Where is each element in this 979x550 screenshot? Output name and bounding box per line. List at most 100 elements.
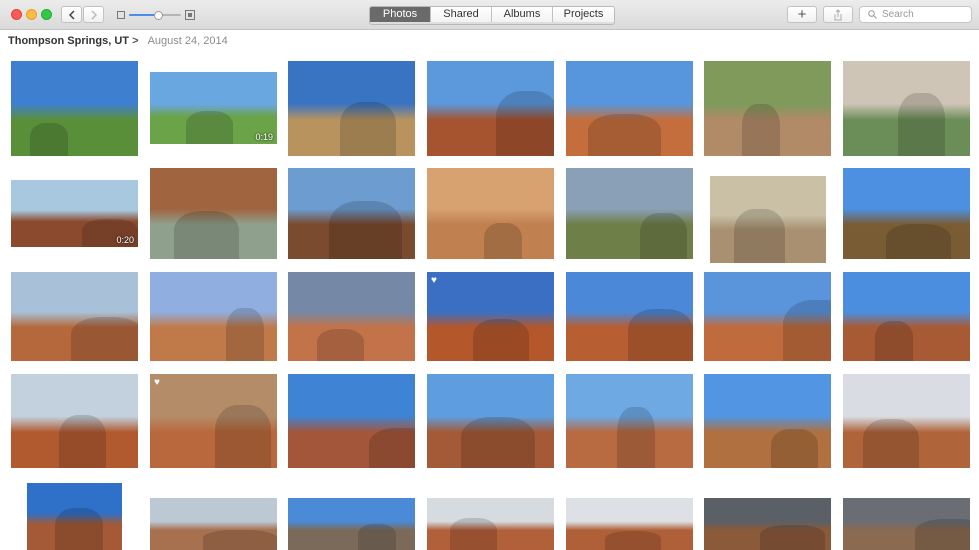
photo-content bbox=[495, 91, 554, 156]
chevron-right-icon bbox=[90, 9, 97, 20]
search-icon bbox=[868, 10, 877, 19]
photo-content bbox=[317, 328, 365, 361]
photo-thumbnail[interactable]: 0:20 bbox=[11, 180, 138, 247]
share-icon bbox=[834, 8, 842, 20]
photo-thumbnail[interactable] bbox=[427, 168, 554, 259]
photo-content bbox=[226, 307, 265, 361]
photo-content bbox=[863, 419, 920, 468]
photo-thumbnail[interactable] bbox=[704, 374, 831, 468]
photo-content bbox=[340, 101, 396, 156]
photo-thumbnail[interactable] bbox=[427, 498, 554, 550]
photo-content bbox=[214, 405, 271, 468]
photo-thumbnail[interactable] bbox=[11, 374, 138, 468]
photo-content bbox=[628, 309, 693, 361]
photo-content bbox=[30, 122, 69, 156]
photo-content bbox=[605, 530, 662, 550]
tab-albums[interactable]: Albums bbox=[492, 7, 553, 22]
photo-thumbnail[interactable] bbox=[566, 168, 693, 259]
photo-thumbnail[interactable] bbox=[704, 61, 831, 156]
photo-thumbnail[interactable] bbox=[288, 168, 415, 259]
photo-content bbox=[357, 524, 396, 550]
photo-content bbox=[915, 519, 970, 550]
photo-content bbox=[874, 320, 913, 361]
photo-thumbnail[interactable] bbox=[11, 272, 138, 361]
photo-content bbox=[70, 317, 138, 361]
photo-thumbnail[interactable] bbox=[288, 374, 415, 468]
small-photo-icon bbox=[117, 11, 125, 19]
forward-button[interactable] bbox=[83, 6, 104, 23]
photo-thumbnail[interactable] bbox=[427, 374, 554, 468]
photo-content bbox=[369, 427, 415, 468]
breadcrumb-chevron: > bbox=[132, 35, 139, 47]
photo-thumbnail[interactable] bbox=[427, 61, 554, 156]
zoom-window-button[interactable] bbox=[41, 9, 52, 20]
share-button[interactable] bbox=[823, 6, 853, 23]
tab-photos[interactable]: Photos bbox=[370, 7, 431, 22]
search-placeholder: Search bbox=[882, 9, 914, 20]
slider-knob[interactable] bbox=[153, 11, 163, 20]
video-duration: 0:20 bbox=[116, 235, 134, 245]
search-field[interactable]: Search bbox=[859, 6, 972, 23]
favorite-heart-icon[interactable]: ♥ bbox=[431, 275, 437, 286]
photo-content bbox=[203, 529, 277, 550]
photo-thumbnail[interactable]: ♥ bbox=[427, 272, 554, 361]
photo-content bbox=[484, 222, 523, 259]
breadcrumb: Thompson Springs, UT > August 24, 2014 bbox=[8, 35, 228, 47]
photo-thumbnail[interactable] bbox=[710, 176, 826, 263]
close-window-button[interactable] bbox=[11, 9, 22, 20]
photo-content bbox=[897, 93, 945, 156]
photo-content bbox=[616, 406, 655, 468]
photo-thumbnail[interactable] bbox=[566, 272, 693, 361]
photo-thumbnail[interactable] bbox=[843, 61, 970, 156]
zoom-slider[interactable] bbox=[117, 8, 197, 22]
photo-thumbnail[interactable] bbox=[288, 272, 415, 361]
photo-content bbox=[759, 525, 825, 550]
chevron-left-icon bbox=[68, 9, 75, 20]
photo-content bbox=[185, 110, 233, 144]
location-title[interactable]: Thompson Springs, UT bbox=[8, 35, 129, 47]
photo-content bbox=[734, 209, 786, 263]
photo-content bbox=[771, 429, 819, 468]
photo-thumbnail[interactable] bbox=[704, 498, 831, 550]
photo-content bbox=[461, 417, 535, 468]
photo-thumbnail[interactable] bbox=[11, 61, 138, 156]
back-button[interactable] bbox=[61, 6, 82, 23]
photo-thumbnail[interactable] bbox=[150, 498, 277, 550]
photo-thumbnail[interactable] bbox=[843, 374, 970, 468]
photo-content bbox=[742, 103, 781, 156]
photo-thumbnail[interactable] bbox=[566, 498, 693, 550]
photo-content bbox=[328, 200, 403, 259]
favorite-heart-icon[interactable]: ♥ bbox=[154, 377, 160, 388]
photo-thumbnail[interactable] bbox=[843, 168, 970, 259]
photo-content bbox=[639, 212, 687, 259]
photo-thumbnail[interactable] bbox=[566, 374, 693, 468]
view-tabs: Photos Shared Albums Projects bbox=[369, 6, 615, 25]
photo-thumbnail[interactable]: ♥ bbox=[150, 374, 277, 468]
photo-thumbnail[interactable] bbox=[843, 272, 970, 361]
tab-shared[interactable]: Shared bbox=[431, 7, 492, 22]
photo-content bbox=[174, 210, 239, 259]
photo-thumbnail[interactable] bbox=[288, 498, 415, 550]
photo-thumbnail[interactable] bbox=[27, 483, 122, 550]
photo-content bbox=[587, 114, 662, 156]
photo-thumbnail[interactable] bbox=[288, 61, 415, 156]
moment-date: August 24, 2014 bbox=[147, 35, 228, 47]
photo-thumbnail[interactable]: 0:19 bbox=[150, 72, 277, 144]
photo-thumbnail[interactable] bbox=[150, 168, 277, 259]
minimize-window-button[interactable] bbox=[26, 9, 37, 20]
tab-projects[interactable]: Projects bbox=[553, 7, 614, 22]
add-button[interactable]: + bbox=[787, 6, 817, 23]
photo-thumbnail[interactable] bbox=[566, 61, 693, 156]
photo-content bbox=[449, 518, 497, 550]
photo-content bbox=[59, 415, 107, 468]
photo-content bbox=[782, 299, 831, 361]
large-photo-icon bbox=[185, 10, 195, 20]
photo-content bbox=[472, 319, 529, 361]
photo-thumbnail[interactable] bbox=[843, 498, 970, 550]
toolbar: Photos Shared Albums Projects + Search bbox=[0, 0, 979, 30]
photo-content bbox=[886, 224, 951, 259]
photo-content bbox=[54, 507, 103, 550]
photo-thumbnail[interactable] bbox=[150, 272, 277, 361]
video-duration: 0:19 bbox=[255, 132, 273, 142]
photo-thumbnail[interactable] bbox=[704, 272, 831, 361]
